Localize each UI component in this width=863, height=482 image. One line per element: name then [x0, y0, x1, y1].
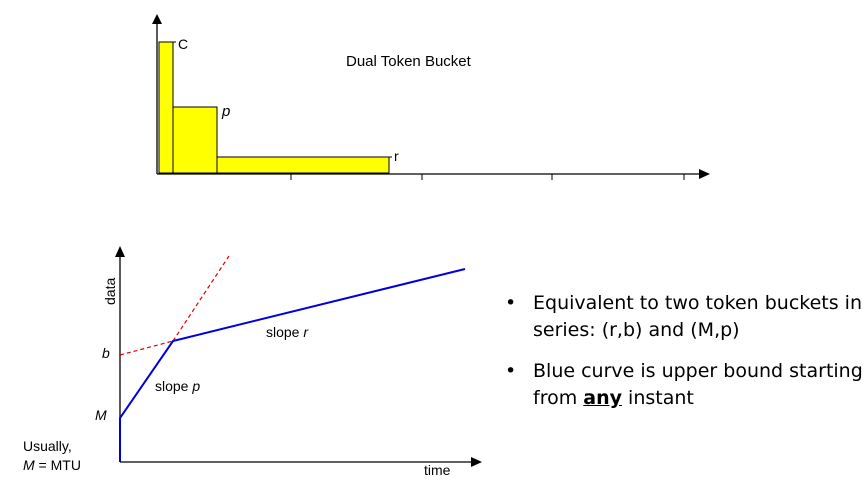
blue-curve — [119, 268, 466, 462]
y-axis-label: data — [102, 278, 118, 305]
top-y-arrowhead — [152, 14, 162, 24]
bullet-item: • Equivalent to two token buckets in ser… — [505, 290, 863, 344]
bullet-text-after: instant — [622, 387, 694, 409]
bullet-dot: • — [505, 292, 517, 314]
bullet-text: Equivalent to two token buckets in serie… — [533, 292, 862, 341]
bullet-item: • Blue curve is upper bound starting fro… — [505, 358, 863, 412]
bar-c — [158, 41, 174, 174]
slope-r-var: r — [303, 324, 309, 340]
top-diagram: C p r Dual Token Bucket — [152, 14, 710, 180]
bar-p — [172, 106, 218, 174]
label-r: r — [394, 148, 399, 164]
bar-r — [216, 156, 390, 174]
top-diagram-title: Dual Token Bucket — [346, 53, 472, 70]
slope-r-text: slope — [266, 324, 303, 340]
bottom-x-arrowhead — [471, 457, 482, 467]
x-axis-label: time — [424, 462, 451, 478]
label-c: C — [178, 36, 188, 52]
bottom-y-arrowhead — [115, 246, 125, 257]
note-rest: = MTU — [35, 457, 81, 473]
note-m-mtu: M = MTU — [23, 457, 81, 473]
label-p: p — [221, 103, 230, 120]
label-b: b — [102, 345, 110, 361]
bullet-emphasis: any — [583, 387, 622, 409]
top-x-arrowhead — [699, 169, 710, 179]
bullet-dot: • — [505, 360, 517, 382]
slope-p-label: slope p — [155, 378, 200, 394]
label-m: M — [95, 407, 107, 423]
slope-p-var: p — [191, 378, 200, 394]
slope-p-text: slope — [155, 378, 192, 394]
bottom-chart: data time b M slope p slope r Usually, M… — [23, 246, 482, 478]
note-usually: Usually, — [23, 438, 72, 454]
note-m: M — [23, 457, 35, 473]
bullet-list: • Equivalent to two token buckets in ser… — [505, 290, 863, 426]
slope-r-label: slope r — [266, 324, 309, 340]
